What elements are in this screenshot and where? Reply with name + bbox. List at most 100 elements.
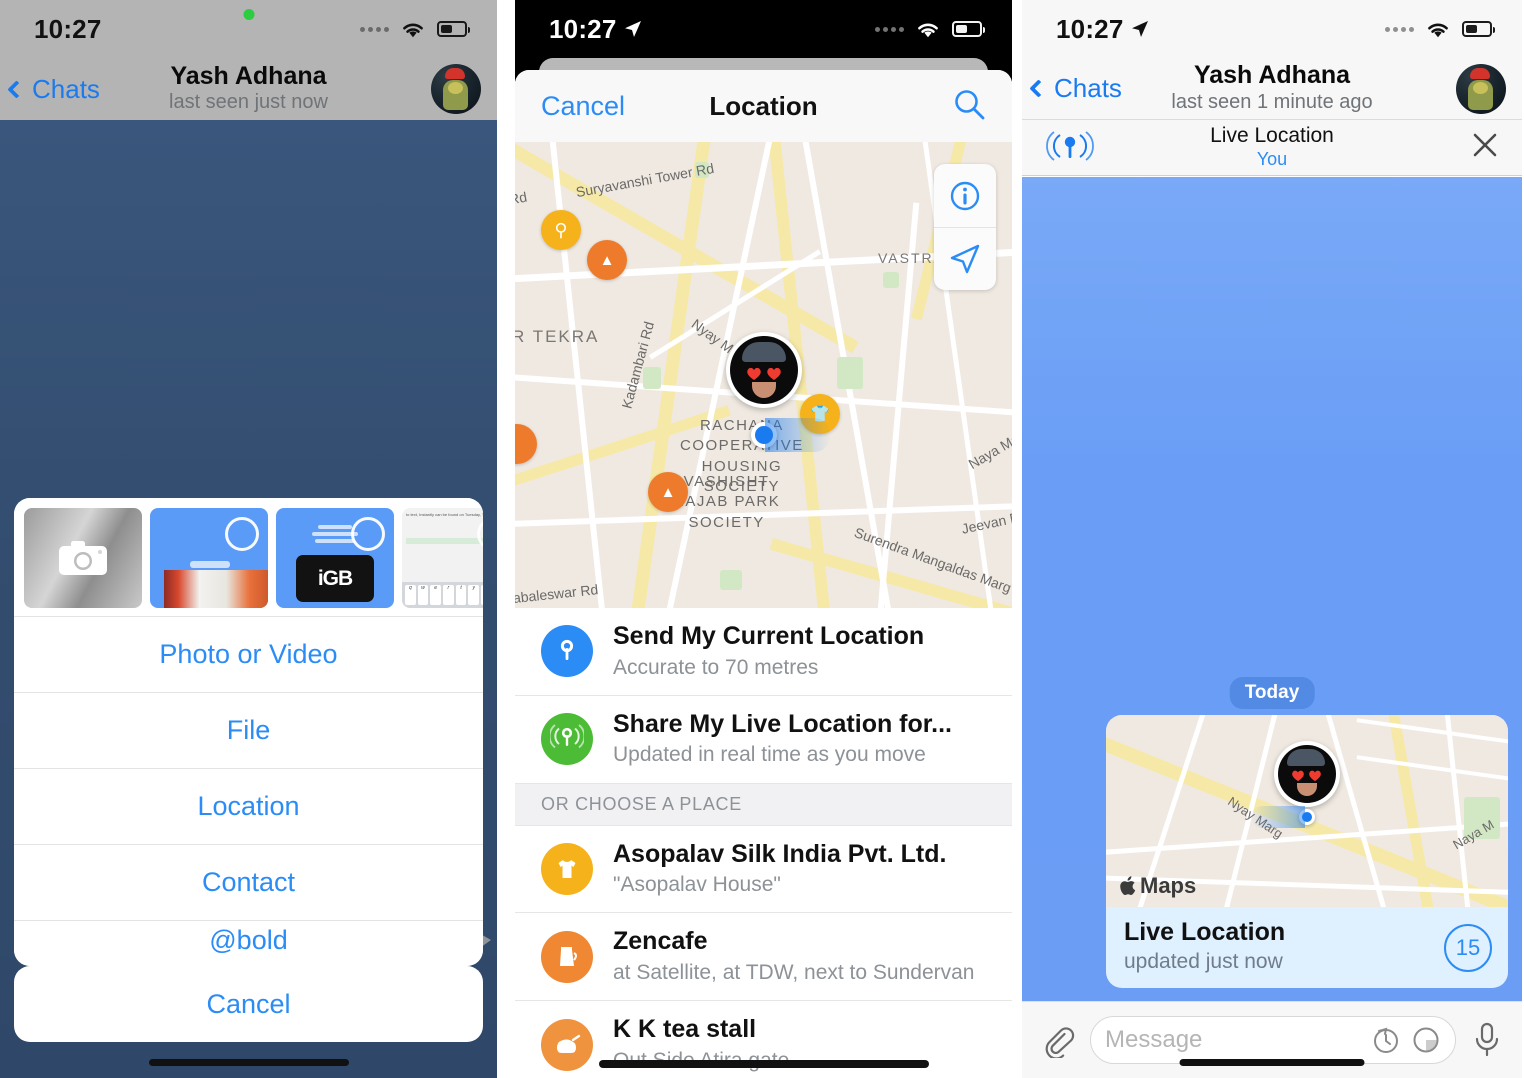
map-road-label: Jeevan Dh bbox=[960, 507, 1012, 537]
live-location-icon bbox=[541, 713, 593, 766]
row-title: Share My Live Location for... bbox=[613, 709, 952, 738]
signal-dots-icon bbox=[1385, 26, 1414, 32]
location-arrow-icon bbox=[1131, 21, 1148, 37]
chat-nav-bar: Chats Yash Adhana last seen just now bbox=[0, 58, 497, 120]
chevron-left-icon bbox=[1029, 79, 1048, 98]
panel-live-location-shared: 10:27 Chats Yash Adhana last seen 1 minu… bbox=[1022, 0, 1522, 1078]
sheet-option-bold-bot[interactable]: @bold bbox=[14, 920, 483, 966]
share-live-location-row[interactable]: Share My Live Location for... Updated in… bbox=[515, 694, 1012, 783]
thumbnail-label: iGB bbox=[317, 567, 353, 591]
sheet-option-location[interactable]: Location bbox=[14, 768, 483, 844]
location-options-list: Send My Current Location Accurate to 70 … bbox=[515, 608, 1012, 1078]
info-icon bbox=[950, 181, 980, 210]
status-bar: 10:27 bbox=[1022, 0, 1522, 58]
chevron-left-icon bbox=[7, 79, 26, 99]
coffee-pot-icon bbox=[541, 930, 593, 983]
send-current-location-row[interactable]: Send My Current Location Accurate to 70 … bbox=[515, 608, 1012, 695]
poi-park-icon[interactable]: ⚲ bbox=[541, 210, 581, 250]
map-road-label: Naya Marg bbox=[965, 423, 1012, 473]
sticker-icon[interactable] bbox=[1411, 1025, 1441, 1055]
back-to-chats-button[interactable]: Chats bbox=[1029, 73, 1122, 104]
paperclip-icon[interactable] bbox=[1040, 1022, 1076, 1058]
close-icon bbox=[1473, 133, 1497, 157]
photo-thumbnail-1[interactable] bbox=[150, 508, 268, 608]
poi-restaurant-icon[interactable]: ▲ bbox=[648, 472, 688, 512]
contact-avatar[interactable] bbox=[1456, 63, 1506, 114]
navigate-arrow-icon bbox=[950, 244, 980, 274]
heart-eye-icon bbox=[1309, 770, 1321, 782]
wifi-icon bbox=[403, 23, 423, 37]
camera-thumbnail[interactable] bbox=[24, 508, 142, 608]
microphone-icon[interactable] bbox=[1470, 1021, 1504, 1059]
teapot-icon bbox=[541, 1018, 593, 1071]
place-subtitle: at Satellite, at TDW, next to Sundervan bbox=[613, 960, 975, 984]
status-indicators bbox=[1385, 20, 1495, 39]
live-banner-sharer: You bbox=[1256, 149, 1288, 170]
back-to-chats-button[interactable]: Chats bbox=[7, 73, 100, 105]
status-bar: 10:27 bbox=[0, 0, 497, 58]
map-road-label: Kadambari Rd bbox=[618, 319, 658, 411]
media-thumbnail-strip[interactable]: iGB to text, Instantly can be found on T… bbox=[14, 498, 483, 616]
sheet-option-contact[interactable]: Contact bbox=[14, 844, 483, 920]
minutes-remaining-badge: 15 bbox=[1444, 923, 1492, 972]
cancel-button[interactable]: Cancel bbox=[541, 91, 625, 122]
user-location-dot bbox=[1251, 806, 1315, 828]
bubble-meta: Live Location updated just now 15 bbox=[1106, 907, 1508, 988]
battery-icon bbox=[952, 21, 985, 37]
camera-icon bbox=[59, 541, 107, 575]
live-location-message-bubble[interactable]: Nyay Marg Naya M bbox=[1106, 715, 1508, 988]
contact-avatar[interactable] bbox=[431, 64, 481, 114]
location-arrow-icon bbox=[624, 21, 641, 37]
signal-dots-icon bbox=[875, 26, 904, 32]
select-circle-icon[interactable] bbox=[351, 517, 385, 551]
status-bar: 10:27 bbox=[515, 0, 1012, 58]
map-area-label: R TEKRA bbox=[515, 327, 600, 346]
heart-eye-icon bbox=[766, 367, 781, 380]
battery-icon bbox=[437, 21, 470, 37]
chat-nav-bar: Chats Yash Adhana last seen 1 minute ago bbox=[1022, 58, 1522, 120]
heart-eye-icon bbox=[746, 367, 761, 380]
row-subtitle: Updated in real time as you move bbox=[613, 743, 926, 767]
battery-icon bbox=[1462, 21, 1495, 37]
timer-icon[interactable] bbox=[1371, 1025, 1401, 1055]
back-label: Chats bbox=[32, 73, 100, 104]
place-subtitle: "Asopalav House" bbox=[613, 873, 781, 897]
photo-thumbnail-3[interactable]: to text, Instantly can be found on Tuesd… bbox=[402, 508, 483, 608]
photo-thumbnail-2[interactable]: iGB bbox=[276, 508, 394, 608]
wifi-icon bbox=[918, 23, 938, 37]
place-row[interactable]: Asopalav Silk India Pvt. Ltd. "Asopalav … bbox=[515, 824, 1012, 913]
map-controls bbox=[934, 164, 996, 290]
user-avatar-map-marker bbox=[1274, 741, 1340, 807]
home-indicator[interactable] bbox=[598, 1060, 929, 1068]
bubble-title: Live Location bbox=[1124, 918, 1286, 946]
status-time: 10:27 bbox=[549, 14, 643, 45]
poi-restaurant-icon[interactable]: ▲ bbox=[587, 240, 627, 280]
map-info-button[interactable] bbox=[934, 164, 996, 227]
home-indicator[interactable] bbox=[148, 1059, 349, 1066]
bubble-map-preview[interactable]: Nyay Marg Naya M bbox=[1106, 715, 1508, 907]
close-button[interactable] bbox=[1470, 130, 1500, 165]
sheet-option-photo-or-video[interactable]: Photo or Video bbox=[14, 616, 483, 692]
select-circle-icon[interactable] bbox=[225, 517, 259, 551]
date-badge: Today bbox=[1229, 677, 1315, 709]
select-circle-icon[interactable] bbox=[477, 517, 483, 551]
place-row[interactable]: Zencafe at Satellite, at TDW, next to Su… bbox=[515, 912, 1012, 1001]
search-button[interactable] bbox=[952, 87, 986, 126]
message-input-bar: Message bbox=[1022, 1001, 1522, 1078]
recording-indicator-dot bbox=[243, 9, 254, 20]
three-panel-screenshot: 10:27 Chats Yash Adhana last seen just n… bbox=[0, 0, 1524, 1078]
user-avatar-map-marker[interactable] bbox=[725, 332, 802, 408]
poi-edge-icon[interactable] bbox=[515, 424, 537, 464]
location-sheet: Cancel Location Suryavanshi Tower Rd Rd … bbox=[515, 70, 1012, 1078]
map-view[interactable]: Suryavanshi Tower Rd Rd VASTRA R TEKRA K… bbox=[515, 142, 1012, 608]
home-indicator[interactable] bbox=[1179, 1059, 1365, 1066]
heart-eye-icon bbox=[1292, 770, 1304, 782]
message-input-field[interactable]: Message bbox=[1090, 1016, 1456, 1064]
map-locate-button[interactable] bbox=[934, 227, 996, 290]
live-location-banner[interactable]: Live Location You bbox=[1022, 120, 1522, 176]
cancel-button[interactable]: Cancel bbox=[14, 966, 483, 1042]
panel-chat-attachment-sheet: 10:27 Chats Yash Adhana last seen just n… bbox=[0, 0, 497, 1078]
status-indicators bbox=[360, 20, 470, 39]
sheet-option-file[interactable]: File bbox=[14, 692, 483, 768]
row-title: Send My Current Location bbox=[613, 622, 925, 650]
